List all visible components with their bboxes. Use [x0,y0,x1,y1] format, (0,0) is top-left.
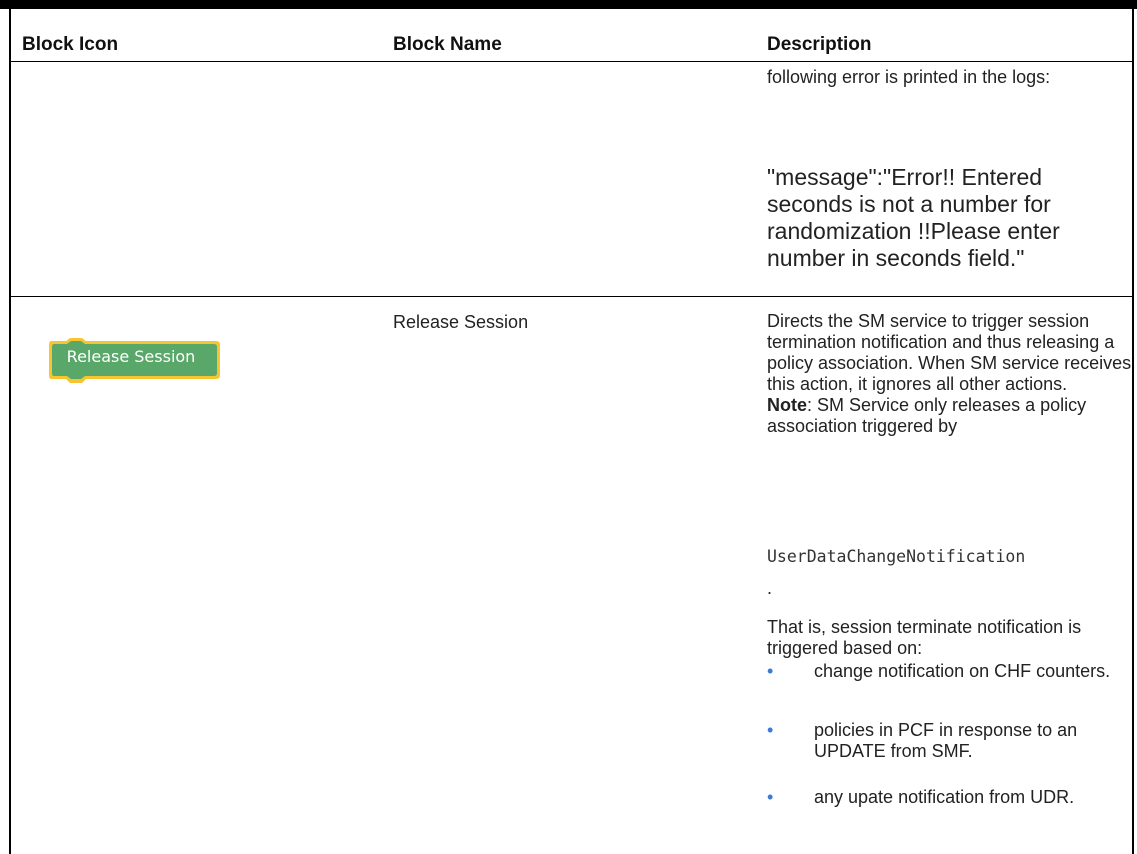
release-session-block-icon: Release Session [48,337,222,387]
trigger-intro: That is, session terminate notification … [767,617,1082,658]
note-label: Note [767,395,807,415]
note-code: UserDataChangeNotification [767,547,1026,566]
note-text: : SM Service only releases a policy asso… [767,395,1087,436]
header-block-icon: Block Icon [22,34,119,55]
bullet-dot-icon: • [767,720,774,740]
header-divider [9,61,1134,62]
continued-description: following error is printed in the logs: [767,67,1051,87]
table-right-border [1132,0,1134,854]
block-name-release-session: Release Session [393,312,529,332]
block-icon-label: Release Session [66,347,196,366]
table-top-border [0,0,1137,9]
bullet-dot-icon: • [767,661,774,681]
list-item-text: change notification on CHF counters. [814,661,1111,681]
list-item-text: policies in PCF in response to an UPDATE… [814,720,1078,761]
release-description: Directs the SM service to trigger sessio… [767,311,1132,437]
release-description-main: Directs the SM service to trigger sessio… [767,311,1132,394]
error-message-text: "message":"Error!! Entered seconds is no… [767,164,1060,271]
bullet-dot-icon: • [767,787,774,807]
header-block-name: Block Name [393,34,502,55]
table-left-border [9,0,11,854]
header-description: Description [767,34,872,55]
row-divider [9,296,1134,297]
note-period: . [767,578,773,598]
list-item-text: any upate notification from UDR. [814,787,1075,807]
